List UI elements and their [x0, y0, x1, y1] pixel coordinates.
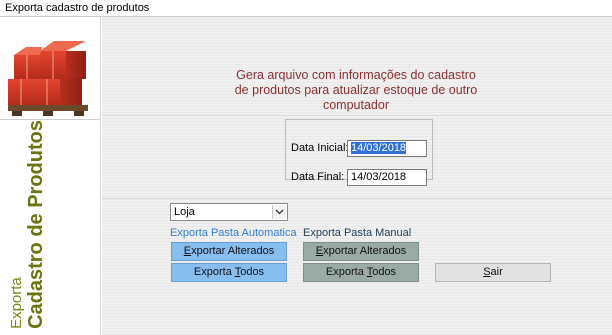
- initial-date-field[interactable]: 14/03/2018: [347, 140, 427, 157]
- store-select[interactable]: Loja: [170, 203, 288, 221]
- final-date-field[interactable]: 14/03/2018: [347, 169, 427, 186]
- window-title: Exporta cadastro de produtos: [5, 2, 150, 14]
- chevron-down-icon[interactable]: [272, 205, 286, 219]
- sidebar-caption: Exporta Cadastro de Produtos: [8, 120, 48, 329]
- manual-export-altered-button[interactable]: Exportar Alterados: [303, 242, 419, 261]
- auto-export-altered-button[interactable]: Exportar Alterados: [171, 242, 287, 261]
- auto-folder-label: Exporta Pasta Automatica: [170, 227, 297, 239]
- page-heading: Gera arquivo com informações do cadastro…: [234, 68, 478, 112]
- initial-date-label: Data Inicial:: [291, 142, 349, 154]
- manual-folder-label: Exporta Pasta Manual: [303, 227, 412, 239]
- sidebar-label-small: Exporta: [8, 277, 25, 329]
- main-panel: Gera arquivo com informações do cadastro…: [102, 17, 612, 335]
- exit-button[interactable]: Sair: [435, 263, 551, 282]
- divider-bottom: [102, 198, 612, 199]
- auto-export-all-button[interactable]: Exporta Todos: [171, 263, 287, 282]
- sidebar-label-big: Cadastro de Produtos: [25, 120, 47, 329]
- manual-export-all-button[interactable]: Exporta Todos: [303, 263, 419, 282]
- boxes-icon: [8, 41, 88, 116]
- title-bar: Exporta cadastro de produtos: [0, 0, 612, 17]
- final-date-label: Data Final:: [291, 171, 345, 183]
- final-date-value: 14/03/2018: [351, 171, 407, 183]
- divider-top: [102, 115, 612, 116]
- initial-date-value: 14/03/2018: [351, 142, 407, 154]
- date-range-panel: Data Inicial: 14/03/2018 Data Final: 14/…: [285, 119, 433, 186]
- store-select-value: Loja: [174, 206, 195, 218]
- sidebar: Exporta Cadastro de Produtos: [0, 17, 101, 335]
